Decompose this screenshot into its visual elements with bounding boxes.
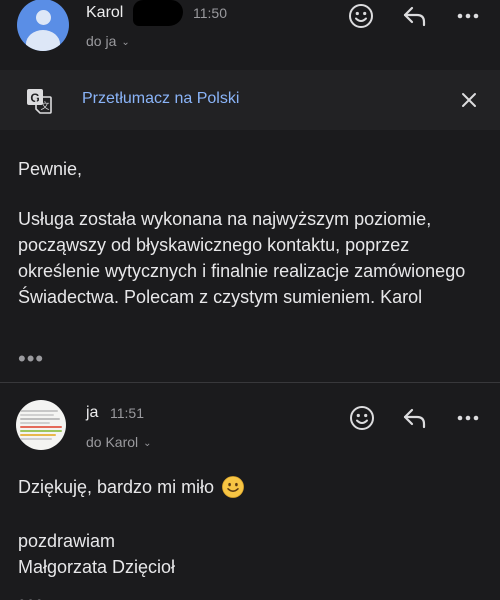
translate-bar: G 文 Przetłumacz na Polski xyxy=(0,70,500,130)
emoji-reaction-button[interactable] xyxy=(345,401,379,435)
reply-thanks-line: Dziękuję, bardzo mi miło xyxy=(18,474,244,500)
reply-icon xyxy=(403,408,426,429)
chevron-down-icon: ⌄ xyxy=(121,37,130,48)
show-trimmed-content-button[interactable]: ••• xyxy=(18,346,44,372)
message-header-ja[interactable]: ja 11:51 do Karol ⌄ xyxy=(0,392,500,462)
thanks-text: Dziękuję, bardzo mi miło xyxy=(18,477,215,497)
sender-name: Karol xyxy=(86,4,124,21)
emoji-reaction-icon xyxy=(350,406,374,430)
reply-button[interactable] xyxy=(398,0,432,33)
redaction-mark xyxy=(133,0,183,26)
svg-text:文: 文 xyxy=(40,100,49,112)
emoji-reaction-icon xyxy=(349,4,373,28)
recipient-details-toggle[interactable]: do Karol ⌄ xyxy=(86,434,152,450)
sender-name: ja xyxy=(86,404,99,421)
reply-icon xyxy=(403,6,426,27)
more-options-icon xyxy=(457,415,479,421)
message-divider xyxy=(0,382,500,383)
recipient-label: do ja xyxy=(86,33,117,49)
message-time: 11:51 xyxy=(110,405,144,421)
emoji-reaction-button[interactable] xyxy=(344,0,378,33)
more-options-button[interactable] xyxy=(451,401,485,435)
signature-name: Małgorzata Dzięcioł xyxy=(18,557,176,577)
avatar[interactable] xyxy=(17,0,69,51)
message-greeting: Pewnie, xyxy=(18,159,83,179)
recipient-label: do Karol xyxy=(86,434,139,450)
translate-to-polish-link[interactable]: Przetłumacz na Polski xyxy=(82,90,239,108)
closing-line: pozdrawiam xyxy=(18,531,116,551)
recipient-details-toggle[interactable]: do ja ⌄ xyxy=(86,33,130,49)
reply-button[interactable] xyxy=(398,401,432,435)
message-paragraph: Usługa została wykonana na najwyższym po… xyxy=(18,209,466,307)
avatar[interactable] xyxy=(16,400,66,450)
svg-text:G: G xyxy=(30,91,39,105)
more-options-button[interactable] xyxy=(451,0,485,33)
more-options-icon xyxy=(457,13,479,19)
message-header-karol[interactable]: Karol 11:50 do ja ⌄ xyxy=(0,0,500,60)
chevron-down-icon: ⌄ xyxy=(143,438,152,449)
message-time: 11:50 xyxy=(193,5,227,21)
close-translate-button[interactable] xyxy=(452,83,486,117)
translate-icon: G 文 xyxy=(27,89,52,114)
smiling-emoji-icon xyxy=(222,476,244,498)
show-trimmed-content-button[interactable]: ••• xyxy=(18,590,44,600)
close-icon xyxy=(462,93,476,107)
